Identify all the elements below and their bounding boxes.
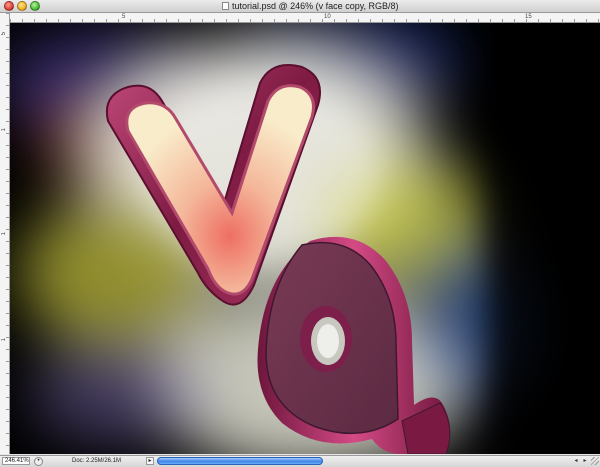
ruler-label: 1 — [1, 338, 7, 342]
zoom-level-field[interactable]: 246.41% — [2, 457, 30, 465]
document-icon — [222, 2, 229, 10]
resize-grip[interactable] — [591, 457, 599, 465]
triangle-right-icon[interactable]: ▸ — [146, 457, 154, 465]
artwork — [10, 23, 600, 454]
ruler-label: 5 — [122, 14, 126, 20]
horizontal-scrollbar-thumb[interactable] — [157, 457, 323, 465]
horizontal-ruler[interactable] — [10, 13, 600, 23]
ruler-label: 5 — [1, 32, 7, 36]
arrow-right-icon[interactable]: ▸ — [581, 457, 589, 465]
window-title: tutorial.psd @ 246% (v face copy, RGB/8) — [232, 1, 399, 11]
document-size-info: Doc: 2.25M/26.1M — [72, 458, 122, 464]
photoshop-document-window: tutorial.psd @ 246% (v face copy, RGB/8)… — [0, 0, 600, 467]
close-button-icon[interactable] — [4, 1, 14, 11]
minimize-button-icon[interactable] — [17, 1, 27, 11]
document-canvas[interactable] — [10, 23, 600, 454]
status-toggle-icon[interactable]: • — [34, 457, 43, 466]
ruler-label: 1 — [1, 232, 7, 236]
zoom-button-icon[interactable] — [30, 1, 40, 11]
ruler-label: 15 — [525, 14, 532, 20]
status-bar: 246.41% • Doc: 2.25M/26.1M ▸ ◂ ▸ — [0, 455, 600, 467]
title-bar[interactable]: tutorial.psd @ 246% (v face copy, RGB/8) — [0, 0, 600, 13]
ruler-label: 10 — [324, 14, 331, 20]
arrow-left-icon[interactable]: ◂ — [572, 457, 580, 465]
ruler-label: 1 — [1, 128, 7, 132]
